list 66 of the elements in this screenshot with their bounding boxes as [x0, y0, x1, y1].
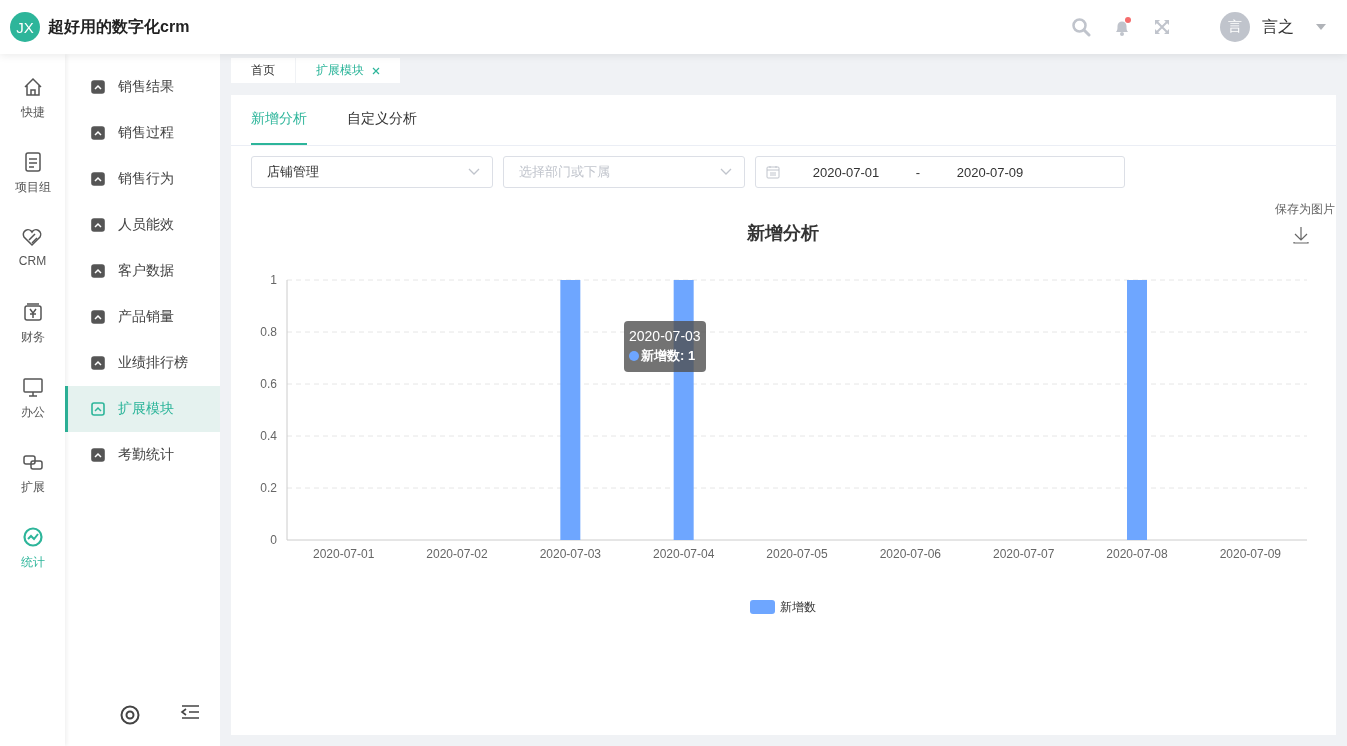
- submenu-item[interactable]: 销售结果: [65, 64, 220, 110]
- axis-label: 0: [270, 533, 277, 547]
- axis-label: 2020-07-07: [992, 547, 1055, 561]
- fullscreen-icon[interactable]: [1153, 18, 1171, 36]
- submenu-item[interactable]: 产品销量: [65, 294, 220, 340]
- search-icon[interactable]: [1071, 17, 1091, 37]
- axis-label: 2020-07-01: [312, 547, 375, 561]
- tab[interactable]: 自定义分析: [347, 95, 417, 145]
- tooltip-title: 2020-07-03: [629, 327, 701, 346]
- menu-icon: [90, 217, 106, 233]
- axis-label: 2020-07-08: [1106, 547, 1168, 561]
- rail-item[interactable]: 快捷: [20, 76, 45, 151]
- submenu-item[interactable]: 销售过程: [65, 110, 220, 156]
- chart-title: 新增分析: [747, 223, 819, 243]
- axis-label: 2020-07-04: [652, 547, 715, 561]
- axis-label: 0.2: [260, 481, 277, 495]
- rail-item[interactable]: CRM: [18, 226, 47, 301]
- calendar-icon: [766, 165, 780, 179]
- axis-label: 1: [270, 273, 277, 287]
- rail-icon: [21, 526, 44, 548]
- collapse-icon[interactable]: [180, 704, 200, 720]
- rail-icon: [21, 376, 44, 398]
- axis-label: 2020-07-09: [1219, 547, 1282, 561]
- settings-icon[interactable]: [119, 704, 141, 726]
- menu-icon: [90, 401, 106, 417]
- tooltip-dot: [629, 351, 639, 361]
- chevron-down-icon: [468, 168, 480, 176]
- submenu-item[interactable]: 销售行为: [65, 156, 220, 202]
- chevron-down-icon: [720, 168, 732, 176]
- caret-icon[interactable]: [1315, 23, 1327, 31]
- menu-icon: [90, 309, 106, 325]
- legend-label[interactable]: 新增数: [780, 600, 816, 614]
- submenu-item[interactable]: 考勤统计: [65, 432, 220, 478]
- date-range-field[interactable]: 2020-07-01 - 2020-07-09: [755, 156, 1125, 188]
- axis-label: 2020-07-03: [539, 547, 602, 561]
- axis-label: 2020-07-06: [879, 547, 942, 561]
- save-image-link[interactable]: 保存为图片: [1275, 202, 1335, 216]
- tooltip-value: 新增数: 1: [641, 347, 696, 365]
- rail-item[interactable]: 扩展: [20, 451, 45, 526]
- rail-item[interactable]: 办公: [20, 376, 45, 451]
- rail-item[interactable]: 财务: [20, 301, 45, 376]
- download-icon[interactable]: [1293, 226, 1309, 244]
- user-name[interactable]: 言之: [1262, 16, 1294, 38]
- submenu-item[interactable]: 客户数据: [65, 248, 220, 294]
- legend-swatch[interactable]: [750, 600, 775, 614]
- close-icon[interactable]: [372, 66, 380, 75]
- logo: JX: [10, 12, 40, 42]
- axis-label: 2020-07-05: [766, 547, 828, 561]
- submenu-item[interactable]: 业绩排行榜: [65, 340, 220, 386]
- menu-icon: [90, 79, 106, 95]
- menu-icon: [90, 171, 106, 187]
- rail-icon: [21, 226, 44, 248]
- page-tab[interactable]: 首页: [231, 58, 295, 83]
- rail-item[interactable]: 项目组: [14, 151, 51, 226]
- axis-label: 2020-07-02: [426, 547, 488, 561]
- axis-label: 0.6: [260, 377, 277, 391]
- rail-icon: [21, 301, 44, 323]
- app-title: 超好用的数字化crm: [48, 16, 190, 37]
- menu-icon: [90, 355, 106, 371]
- axis-label: 0.8: [260, 325, 277, 339]
- menu-icon: [90, 263, 106, 279]
- menu-icon: [90, 447, 106, 463]
- store-select[interactable]: 店铺管理: [251, 156, 493, 188]
- axis-label: 0.4: [260, 429, 277, 443]
- submenu-item[interactable]: 人员能效: [65, 202, 220, 248]
- menu-icon: [90, 125, 106, 141]
